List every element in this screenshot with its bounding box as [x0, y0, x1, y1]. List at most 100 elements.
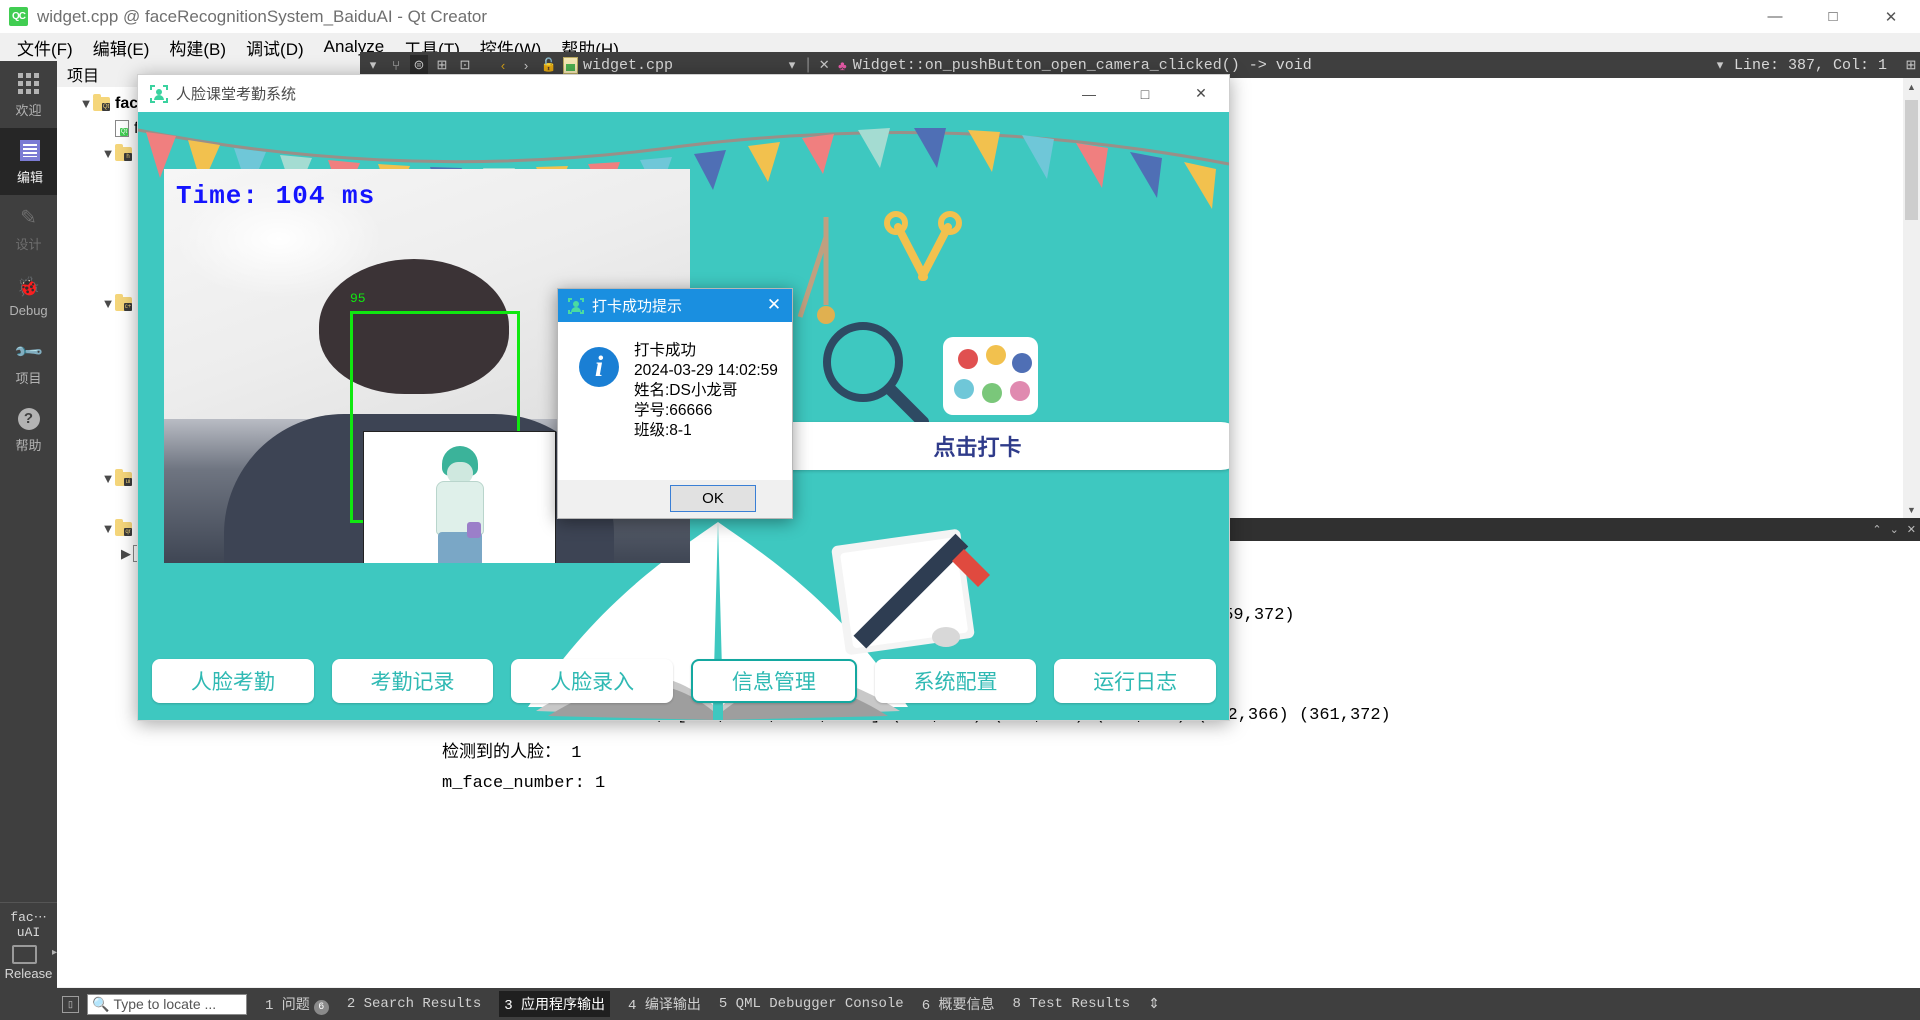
menu-file[interactable]: 文件(F) [7, 33, 83, 62]
filter-icon[interactable]: ⑂ [387, 55, 405, 75]
face-scan-icon [568, 297, 584, 314]
scroll-down-icon[interactable]: ▼ [1903, 501, 1920, 518]
statusbar-item-test-results[interactable]: 8 Test Results [1013, 996, 1131, 1012]
statusbar-item-compile-output[interactable]: 4 编译输出 [628, 994, 701, 1014]
qt-folder-icon: Qt [93, 93, 110, 111]
dialog-close-button[interactable]: ✕ [764, 295, 784, 315]
file-close-icon[interactable]: ✕ [815, 55, 833, 75]
dialog-ok-button[interactable]: OK [670, 485, 756, 512]
statusbar: ▯ 🔍 Type to locate ... 1 问题 6 2 Search Re… [0, 988, 1920, 1020]
twisty-icon[interactable]: ▼ [101, 471, 115, 486]
dialog-titlebar: 打卡成功提示 ✕ [558, 289, 792, 322]
maximize-button[interactable]: □ [1804, 0, 1862, 33]
unlock-icon[interactable]: 🔓 [540, 55, 558, 75]
window-controls: — □ ✕ [1746, 0, 1920, 33]
dropdown-arrow-icon[interactable]: ▾ [364, 55, 382, 75]
statusbar-item-general-messages[interactable]: 6 概要信息 [922, 994, 995, 1014]
dialog-title: 打卡成功提示 [592, 298, 683, 315]
close-button[interactable]: ✕ [1862, 0, 1920, 33]
scroll-up-icon[interactable]: ▲ [1903, 78, 1920, 95]
nav-face-attendance[interactable]: 人脸考勤 [152, 659, 314, 703]
info-icon: i [579, 347, 619, 387]
search-input[interactable]: 🔍 Type to locate ... [87, 993, 247, 1015]
face-window-title: 人脸课堂考勤系统 [176, 86, 297, 103]
function-symbol-icon: ♣ [838, 57, 847, 73]
pencil-icon: ✎ [20, 207, 37, 229]
build-config-label: Release [4, 966, 53, 981]
dialog-line-timestamp: 2024-03-29 14:02:59 [634, 362, 778, 379]
bug-icon: 🐞 [16, 276, 41, 298]
wrench-icon: 🔧 [13, 336, 45, 368]
mode-design[interactable]: ✎ 设计 [0, 195, 57, 262]
res-folder-icon: qr [115, 518, 132, 536]
nav-system-config[interactable]: 系统配置 [874, 659, 1037, 703]
dialog-line-name: 姓名:DS小龙哥 [634, 382, 738, 399]
desktop-target-icon [11, 945, 37, 964]
search-placeholder: Type to locate ... [113, 996, 217, 1012]
current-function-name: Widget::on_pushButton_open_camera_clicke… [852, 56, 1312, 74]
statusbar-item-search-results[interactable]: 2 Search Results [347, 996, 481, 1012]
mode-debug-label: Debug [9, 302, 48, 318]
kit-name-label: fac⋯uAI [10, 910, 47, 940]
dialog-line-class: 班级:8-1 [634, 422, 692, 439]
updown-arrows-icon[interactable]: ⇕ [1148, 996, 1160, 1013]
split-icon[interactable]: ⊞ [433, 55, 451, 75]
output-pane-controls: ⌃ ⌄ ✕ [1872, 518, 1916, 541]
nav-attendance-records[interactable]: 考勤记录 [331, 659, 494, 703]
collapse-icon[interactable]: ⌃ [1872, 523, 1881, 536]
statusbar-item-qml-console[interactable]: 5 QML Debugger Console [719, 996, 904, 1012]
minimize-button[interactable]: — [1746, 0, 1804, 33]
close-pane-icon[interactable]: ✕ [1907, 523, 1916, 536]
cpp-folder-icon: c+ [115, 293, 132, 311]
bottom-nav-bar: 人脸考勤 考勤记录 人脸录入 信息管理 系统配置 运行日志 [152, 659, 1217, 703]
form-folder-icon: ui [115, 468, 132, 486]
toolbar-overflow-icon[interactable]: ⊞ [1902, 55, 1920, 75]
mode-help[interactable]: ? 帮助 [0, 396, 57, 463]
statusbar-item-app-output[interactable]: 3 应用程序输出 [499, 991, 611, 1017]
mode-projects[interactable]: 🔧 项目 [0, 329, 57, 396]
back-arrow-icon[interactable]: ‹ [494, 55, 512, 75]
menu-build[interactable]: 构建(B) [159, 33, 236, 62]
search-icon: 🔍 [92, 995, 110, 1012]
editor-scrollbar[interactable]: ▲ ▼ [1903, 78, 1920, 518]
link-icon[interactable]: ⊜ [410, 55, 428, 75]
mode-projects-label: 项目 [15, 370, 42, 386]
mode-welcome[interactable]: 欢迎 [0, 61, 57, 128]
file-dropdown-icon[interactable]: ▾ [783, 55, 801, 75]
mode-edit[interactable]: 编辑 [0, 128, 57, 195]
face-close-button[interactable]: ✕ [1173, 75, 1229, 112]
twisty-icon[interactable]: ▼ [101, 521, 115, 536]
statusbar-item-issues[interactable]: 1 问题 6 [265, 994, 329, 1015]
nav-info-management[interactable]: 信息管理 [691, 659, 857, 703]
twisty-icon[interactable]: ▼ [101, 296, 115, 311]
function-chip[interactable]: ♣ Widget::on_pushButton_open_camera_clic… [838, 57, 1706, 74]
twisty-icon[interactable]: ▼ [79, 96, 93, 111]
face-minimize-button[interactable]: — [1061, 75, 1117, 112]
open-file-chip[interactable]: widget.cpp [563, 56, 778, 74]
nav-face-enrollment[interactable]: 人脸录入 [511, 659, 674, 703]
dialog-content: i 打卡成功 2024-03-29 14:02:59 姓名:DS小龙哥 学号:6… [558, 322, 792, 482]
menu-edit[interactable]: 编辑(E) [83, 33, 160, 62]
qt-doc-icon: Qt [115, 120, 129, 137]
face-maximize-button[interactable]: □ [1117, 75, 1173, 112]
toolbar-separator: | [806, 56, 811, 73]
kit-target-row: ▸ [0, 940, 57, 965]
sidebar-toggle-icon[interactable]: ▯ [62, 995, 79, 1013]
expand-icon[interactable]: ⌄ [1890, 523, 1899, 536]
function-dropdown-icon[interactable]: ▾ [1711, 55, 1729, 75]
mode-help-label: 帮助 [15, 437, 42, 453]
inference-time-label: Time: 104 ms [176, 181, 376, 211]
dialog-line-student-id: 学号:66666 [634, 402, 713, 419]
nav-run-log[interactable]: 运行日志 [1054, 659, 1217, 703]
close-split-icon[interactable]: ⊡ [456, 55, 474, 75]
menu-debug[interactable]: 调试(D) [236, 33, 314, 62]
scroll-thumb[interactable] [1905, 100, 1918, 220]
twisty-icon[interactable]: ▼ [101, 146, 115, 161]
mode-debug[interactable]: 🐞 Debug [0, 262, 57, 329]
registered-avatar-card [363, 431, 556, 563]
h-folder-icon: h [115, 143, 132, 161]
avatar-figure [424, 446, 496, 563]
forward-arrow-icon[interactable]: › [517, 55, 535, 75]
line-col-indicator: Line: 387, Col: 1 [1733, 56, 1887, 74]
twisty-icon[interactable]: ▶ [119, 546, 133, 562]
